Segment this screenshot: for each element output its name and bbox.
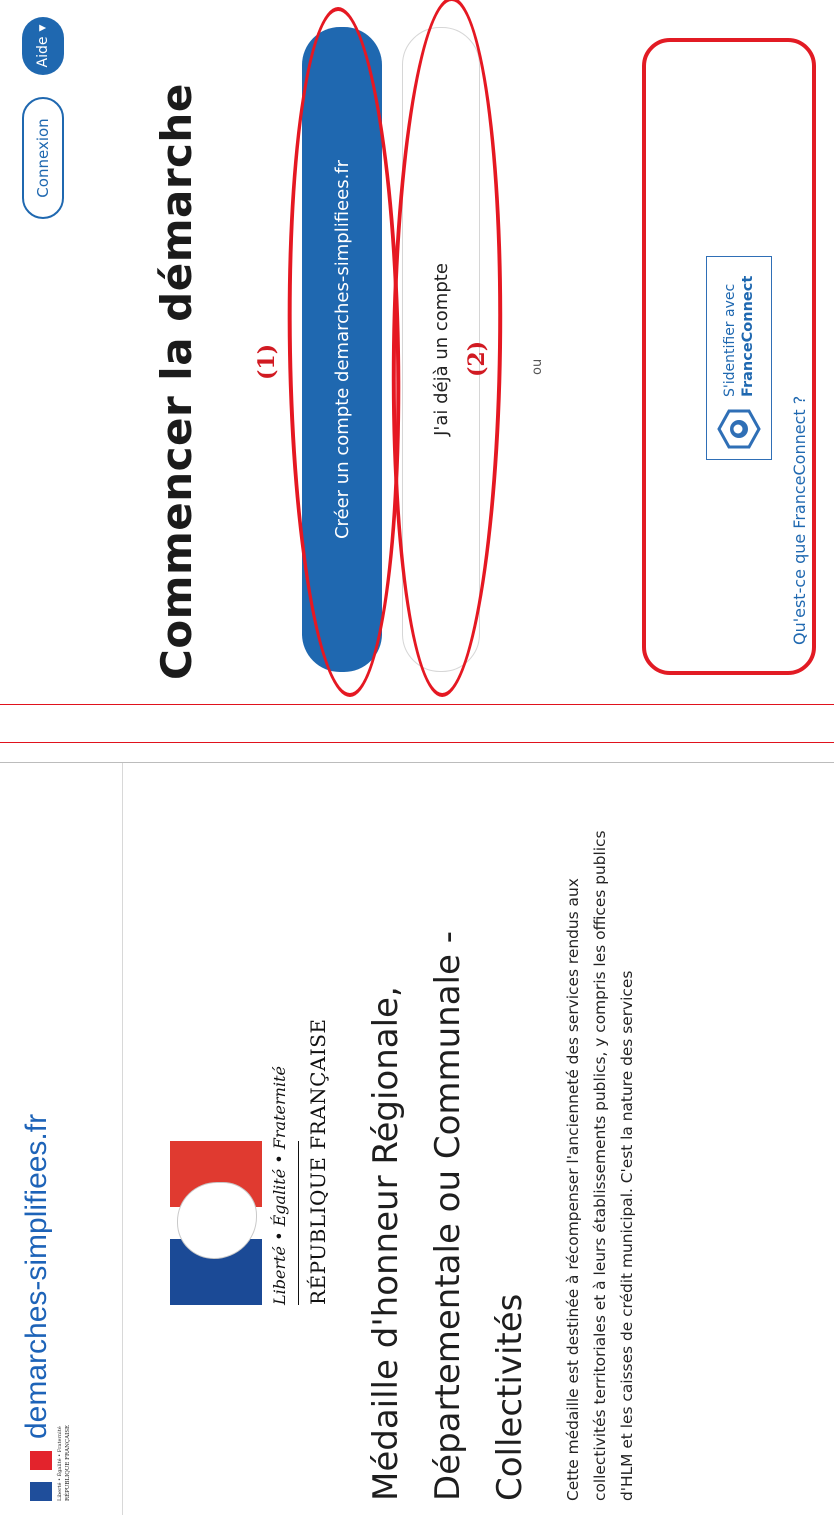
franceconnect-line2: FranceConnect	[740, 275, 756, 397]
marianne-logo	[170, 1141, 262, 1305]
flag-icon	[30, 1451, 52, 1501]
republic-motto: Liberté • Égalité • Fraternité	[270, 1066, 289, 1305]
procedure-title: Médaille d'honneur Régionale, Départemen…	[366, 931, 530, 1501]
motto-underline	[298, 1141, 299, 1305]
red-annotation-line	[0, 704, 834, 705]
header-logo-motto: Liberté • Égalité • Fraternité	[57, 1426, 63, 1501]
franceconnect-help-link[interactable]: Qu'est-ce que FranceConnect ?	[790, 396, 809, 645]
franceconnect-line1: S'identifier avec	[722, 283, 738, 397]
annotation-label-1: (1)	[254, 343, 280, 380]
annotation-label-2: (2)	[464, 340, 490, 377]
procedure-info-pane: Liberté • Égalité • Fraternité RÉPUBLIQU…	[0, 763, 834, 1515]
red-annotation-line	[0, 742, 834, 743]
login-button[interactable]: Connexion	[22, 97, 64, 219]
header-logo[interactable]: Liberté • Égalité • Fraternité RÉPUBLIQU…	[30, 1425, 80, 1501]
help-dropdown-button[interactable]: Aide ▼	[22, 17, 64, 75]
franceconnect-button-text: S'identifier avec FranceConnect	[721, 276, 757, 397]
start-heading: Commencer la démarche	[152, 83, 201, 680]
site-title-link[interactable]: demarches-simplifiees.fr	[20, 1114, 54, 1439]
republic-name: RÉPUBLIQUE FRANÇAISE	[306, 1018, 330, 1305]
procedure-description: Cette médaille est destinée à récompense…	[564, 830, 636, 1501]
franceconnect-button[interactable]: S'identifier avec FranceConnect	[706, 256, 772, 460]
annotation-ellipse-1	[281, 6, 407, 698]
help-label: Aide	[35, 36, 51, 68]
or-separator: ou	[530, 358, 545, 375]
header-divider	[122, 763, 123, 1515]
rotated-page: Liberté • Égalité • Fraternité RÉPUBLIQU…	[0, 0, 834, 1515]
column-divider	[0, 762, 834, 763]
header-logo-republic: RÉPUBLIQUE FRANÇAISE	[65, 1424, 71, 1501]
franceconnect-logo-icon	[717, 409, 761, 449]
caret-down-icon: ▼	[38, 24, 48, 32]
